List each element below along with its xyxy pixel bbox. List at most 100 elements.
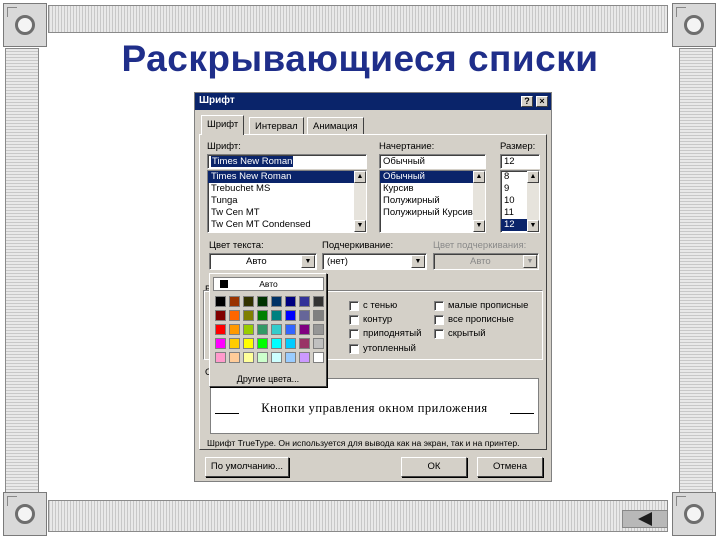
color-swatch[interactable] [313,296,324,307]
small-caps-checkbox[interactable] [434,301,444,311]
ok-button[interactable]: ОК [401,457,467,477]
color-swatch[interactable] [257,310,268,321]
color-swatch[interactable] [215,352,226,363]
color-swatch[interactable] [257,296,268,307]
default-button[interactable]: По умолчанию... [205,457,289,477]
underline-color-select[interactable]: Авто ▼ [433,253,539,270]
color-swatch[interactable] [299,352,310,363]
color-swatch[interactable] [313,324,324,335]
list-item[interactable]: Обычный [380,171,485,183]
size-input[interactable]: 12 [500,154,540,169]
shadow-checkbox[interactable] [349,301,359,311]
color-swatch[interactable] [285,310,296,321]
outline-checkbox[interactable] [349,315,359,325]
chevron-up-icon[interactable]: ▲ [527,171,539,183]
tab-animation[interactable]: Анимация [307,117,364,134]
style-list[interactable]: Обычный Курсив Полужирный Полужирный Кур… [379,170,486,233]
hidden-checkbox[interactable] [434,329,444,339]
underline-label: Подчеркивание: [322,240,394,251]
chevron-down-icon[interactable]: ▼ [527,220,539,232]
style-label: Начертание: [379,141,435,152]
color-swatch[interactable] [215,324,226,335]
color-swatch[interactable] [215,296,226,307]
color-swatch[interactable] [257,324,268,335]
list-item[interactable]: Полужирный [380,195,485,207]
color-swatch[interactable] [229,296,240,307]
color-swatch[interactable] [243,338,254,349]
color-swatch[interactable] [215,310,226,321]
font-input[interactable]: Times New Roman [207,154,367,169]
color-swatch[interactable] [313,310,324,321]
color-swatch[interactable] [285,338,296,349]
list-item[interactable]: Trebuchet MS [208,183,366,195]
color-swatch[interactable] [299,296,310,307]
color-swatch[interactable] [243,310,254,321]
help-button[interactable]: ? [521,96,533,107]
close-button[interactable]: × [536,96,548,107]
color-palette-row [215,338,325,349]
color-swatch[interactable] [285,296,296,307]
text-color-select[interactable]: Авто ▼ [209,253,317,270]
slide-back-button[interactable] [622,510,668,528]
chevron-down-icon[interactable]: ▼ [411,255,425,268]
tab-spacing[interactable]: Интервал [249,117,304,134]
small-caps-label: малые прописные [448,300,529,311]
color-dropdown[interactable]: Авто Другие цвета... [209,273,327,387]
color-swatch[interactable] [229,310,240,321]
size-list-scrollbar[interactable]: ▲ ▼ [527,171,539,232]
corner-ring-icon [3,492,47,536]
color-swatch[interactable] [285,352,296,363]
color-swatch[interactable] [243,352,254,363]
color-swatch[interactable] [299,324,310,335]
chevron-down-icon[interactable]: ▼ [354,220,366,232]
cancel-button[interactable]: Отмена [477,457,543,477]
color-swatch[interactable] [285,324,296,335]
frame-bottom-bar [48,500,668,532]
engrave-label: утопленный [363,343,416,354]
chevron-down-icon[interactable]: ▼ [473,220,485,232]
auto-color-option[interactable]: Авто [213,277,324,291]
underline-select[interactable]: (нет) ▼ [322,253,427,270]
color-swatch[interactable] [313,338,324,349]
chevron-up-icon[interactable]: ▲ [354,171,366,183]
engrave-checkbox[interactable] [349,344,359,354]
list-item[interactable]: Tw Cen MT Condensed [208,219,366,231]
list-item[interactable]: Tw Cen MT [208,207,366,219]
color-swatch[interactable] [243,324,254,335]
tab-font[interactable]: Шрифт [201,115,245,135]
truetype-note: Шрифт TrueType. Он используется для выво… [207,438,520,448]
size-list[interactable]: 8 9 10 11 12 ▲ ▼ [500,170,540,233]
list-item[interactable]: Times New Roman [208,171,366,183]
color-swatch[interactable] [271,352,282,363]
font-list-scrollbar[interactable]: ▲ ▼ [354,171,366,232]
color-swatch[interactable] [257,338,268,349]
color-swatch[interactable] [271,338,282,349]
corner-ring-icon [672,492,716,536]
chevron-up-icon[interactable]: ▲ [473,171,485,183]
style-list-scrollbar[interactable]: ▲ ▼ [473,171,485,232]
list-item[interactable]: Полужирный Курсив [380,207,485,219]
color-swatch[interactable] [271,310,282,321]
color-swatch[interactable] [243,296,254,307]
color-swatch[interactable] [313,352,324,363]
list-item[interactable]: Курсив [380,183,485,195]
chevron-down-icon[interactable]: ▼ [523,255,537,268]
color-swatch[interactable] [299,310,310,321]
color-swatch[interactable] [229,338,240,349]
chevron-down-icon[interactable]: ▼ [301,255,315,268]
color-swatch[interactable] [215,338,226,349]
more-colors-option[interactable]: Другие цвета... [210,374,326,384]
color-swatch[interactable] [299,338,310,349]
font-list[interactable]: Times New Roman Trebuchet MS Tunga Tw Ce… [207,170,367,233]
color-swatch[interactable] [229,352,240,363]
color-swatch[interactable] [271,296,282,307]
color-swatch[interactable] [271,324,282,335]
style-input[interactable]: Обычный [379,154,486,169]
emboss-checkbox[interactable] [349,329,359,339]
list-item[interactable]: Tunga [208,195,366,207]
size-label: Размер: [500,141,536,152]
list-item[interactable]: 12 [501,219,529,231]
all-caps-checkbox[interactable] [434,315,444,325]
color-swatch[interactable] [229,324,240,335]
color-swatch[interactable] [257,352,268,363]
